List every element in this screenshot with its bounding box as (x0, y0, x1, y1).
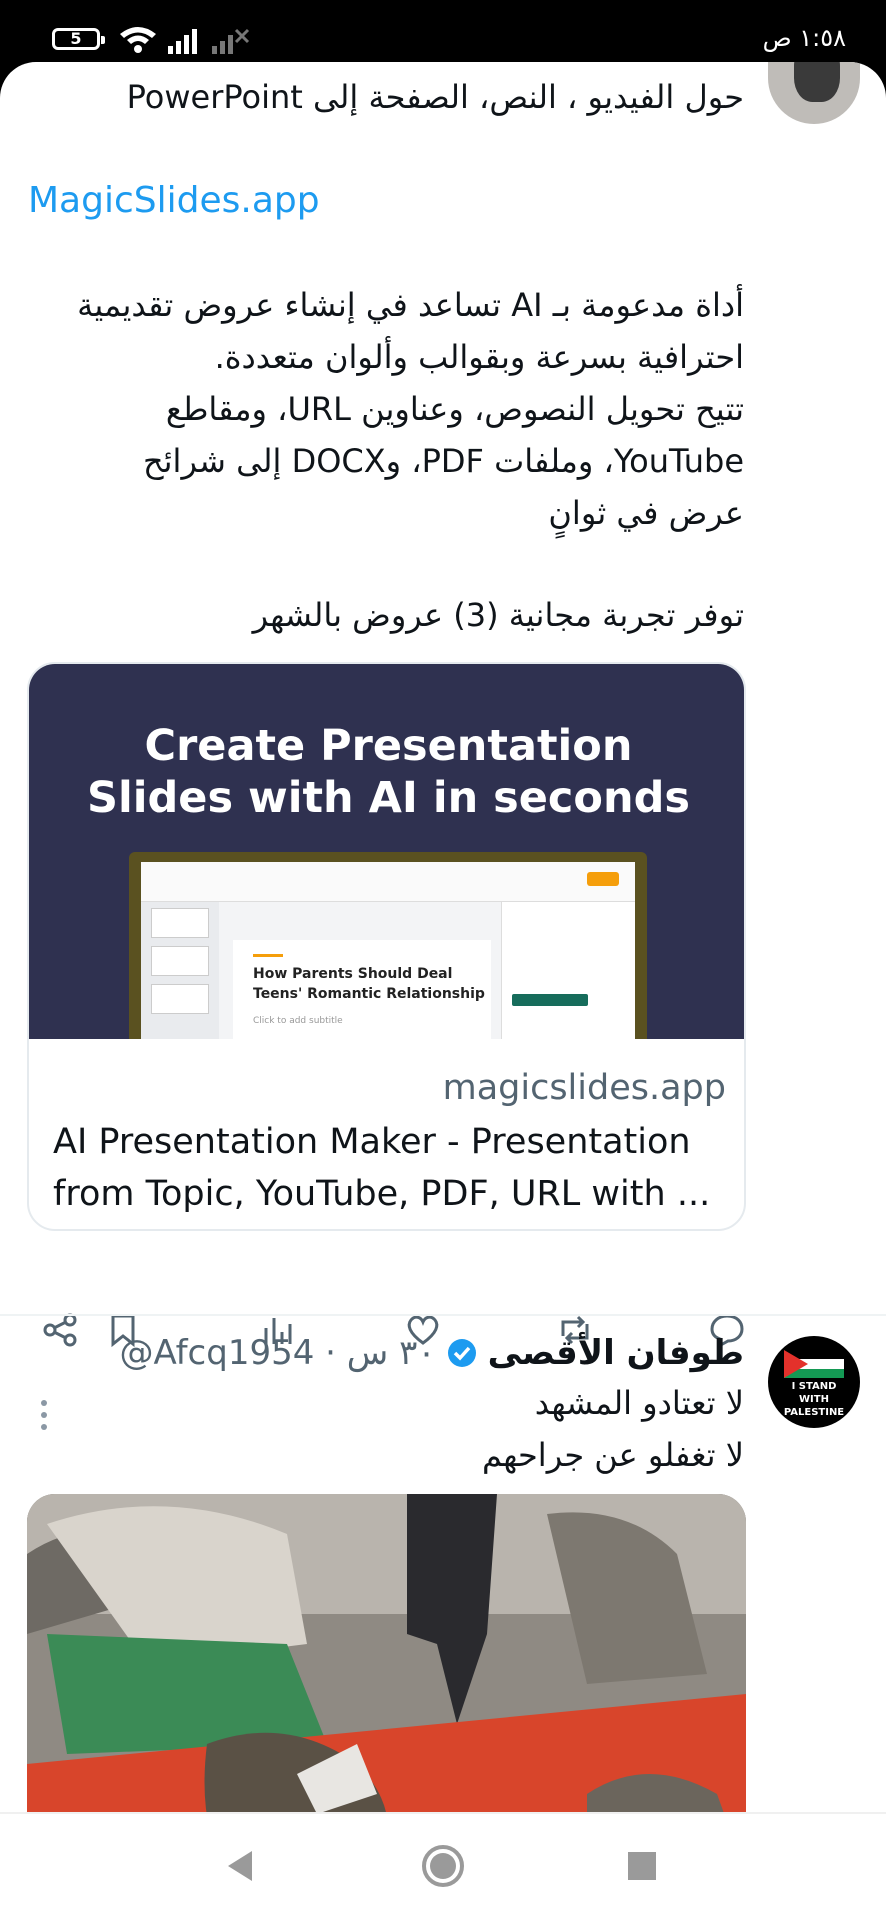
battery-level: 5 (70, 29, 82, 48)
link-card[interactable]: Create Presentation Slides with AI in se… (27, 662, 746, 1231)
palestine-flag-icon (784, 1350, 844, 1378)
slide-title: Teens' Romantic Relationship (253, 986, 485, 1002)
share-icon[interactable] (40, 1310, 80, 1350)
card-domain: magicslides.app (442, 1068, 726, 1108)
tweet-text-line: احترافية بسرعة وبقوالب وألوان متعددة. (214, 338, 744, 376)
card-title: AI Presentation Maker - Presentation (53, 1122, 691, 1162)
cell-signal-icon (168, 29, 197, 54)
tweet-header: طوفان الأقصى @Afcq1954 · ٣٠ س (120, 1328, 744, 1378)
verified-badge-icon (447, 1339, 476, 1367)
card-image[interactable]: Create Presentation Slides with AI in se… (29, 664, 744, 1039)
clock: ١:٥٨ ص (762, 24, 846, 52)
timeline[interactable]: حول الفيديو ، النص، الصفحة إلى PowerPoin… (0, 62, 886, 1920)
home-button[interactable] (413, 1836, 473, 1896)
recents-button[interactable] (612, 1836, 672, 1896)
tweet-text-line: حول الفيديو ، النص، الصفحة إلى PowerPoin… (126, 78, 744, 116)
tweet-text-line: توفر تجربة مجانية (3) عروض بالشهر (252, 596, 744, 634)
back-button[interactable] (210, 1836, 270, 1896)
avatar-text: WITH (799, 1394, 829, 1405)
tweet-text-line: لا تغفلو عن جراحهم (481, 1436, 744, 1474)
tweet-text-line: عرض في ثوانٍ (548, 494, 744, 532)
card-headline: Slides with AI in seconds (87, 773, 690, 823)
avatar-text: PALESTINE (783, 1407, 845, 1418)
divider (0, 1314, 886, 1316)
slide-title: How Parents Should Deal (253, 966, 453, 982)
tweet-text-line: أداة مدعومة بـ AI تساعد في إنشاء عروض تق… (77, 286, 744, 324)
tweet-text-line: تتيح تحويل النصوص، وعناوين URL، ومقاطع (165, 390, 744, 428)
tweet-text-line: لا تعتادو المشهد (534, 1384, 744, 1422)
avatar[interactable] (768, 62, 860, 124)
card-title: from Topic, YouTube, PDF, URL with ... (53, 1174, 711, 1214)
tweet-text-line: YouTube، وملفات PDF، وDOCX إلى شرائح (142, 442, 744, 480)
signal-icons (120, 27, 250, 54)
avatar[interactable]: I STAND WITH PALESTINE (768, 1336, 860, 1428)
author-name[interactable]: طوفان الأقصى (488, 1333, 744, 1373)
status-bar: 5 ١:٥٨ ص (0, 0, 886, 64)
avatar-text: I STAND (791, 1381, 837, 1392)
battery-icon: 5 (52, 28, 105, 50)
slide-subtitle: Click to add subtitle (253, 1016, 343, 1026)
tweet-link[interactable]: MagicSlides.app (28, 180, 320, 221)
card-headline: Create Presentation (144, 721, 633, 771)
wifi-icon (120, 27, 156, 53)
cell-signal-2-icon (212, 28, 250, 54)
system-nav-bar (0, 1812, 886, 1920)
author-handle[interactable]: @Afcq1954 · ٣٠ س (120, 1333, 436, 1373)
app-mockup: How Parents Should Deal Teens' Romantic R… (129, 852, 647, 1039)
more-options-icon[interactable] (36, 1400, 52, 1436)
